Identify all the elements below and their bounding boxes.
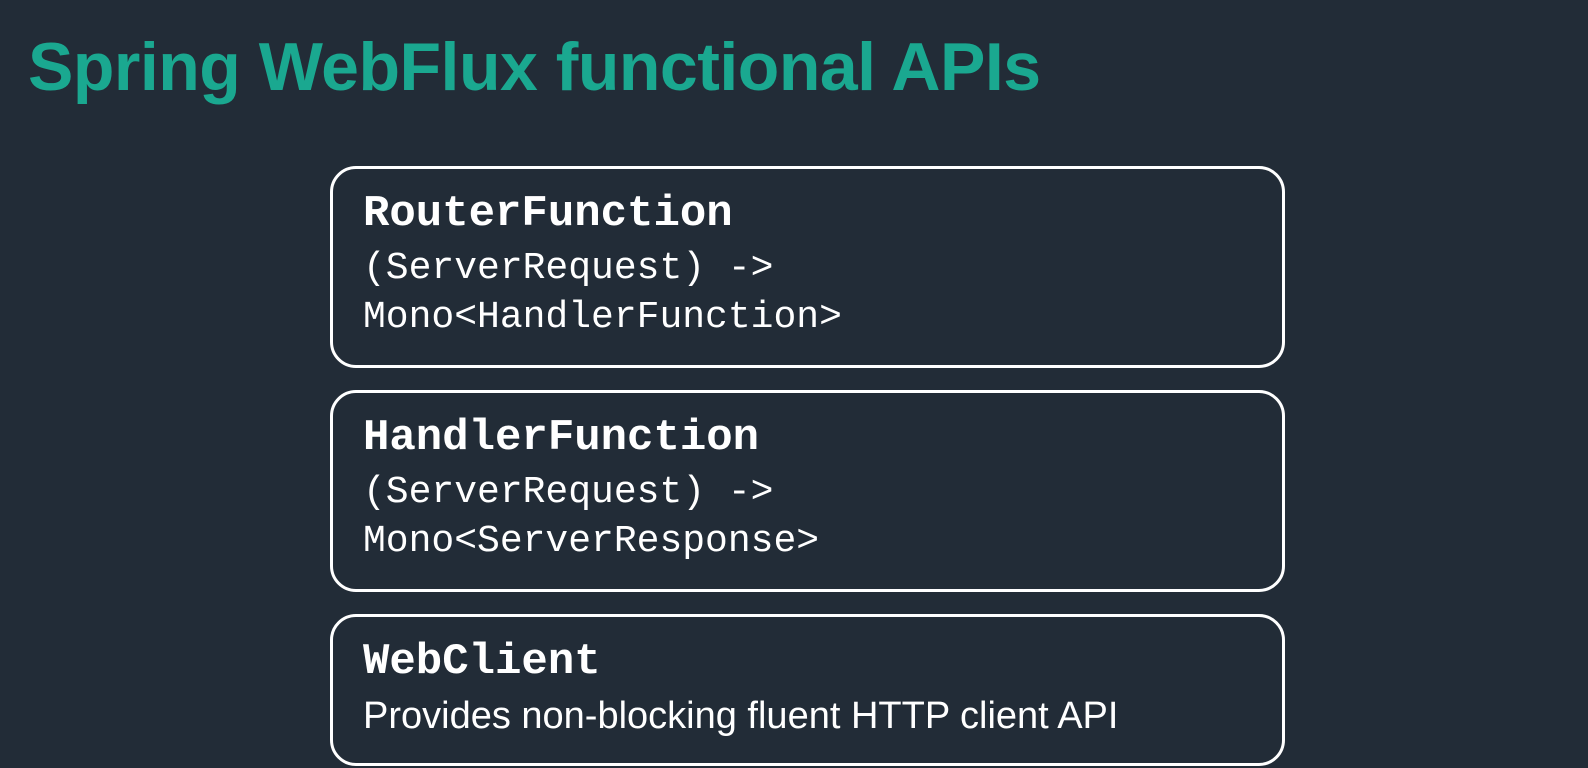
- card-handler-function: HandlerFunction (ServerRequest) -> Mono<…: [330, 390, 1285, 592]
- card-router-function: RouterFunction (ServerRequest) -> Mono<H…: [330, 166, 1285, 368]
- card-title: WebClient: [363, 635, 1252, 690]
- card-description: Provides non-blocking fluent HTTP client…: [363, 692, 1252, 741]
- card-title: HandlerFunction: [363, 411, 1252, 466]
- card-title: RouterFunction: [363, 187, 1252, 242]
- card-web-client: WebClient Provides non-blocking fluent H…: [330, 614, 1285, 766]
- api-cards-container: RouterFunction (ServerRequest) -> Mono<H…: [330, 166, 1285, 766]
- card-signature: (ServerRequest) -> Mono<HandlerFunction>: [363, 244, 1252, 343]
- slide-title: Spring WebFlux functional APIs: [0, 0, 1588, 106]
- card-signature: (ServerRequest) -> Mono<ServerResponse>: [363, 468, 1252, 567]
